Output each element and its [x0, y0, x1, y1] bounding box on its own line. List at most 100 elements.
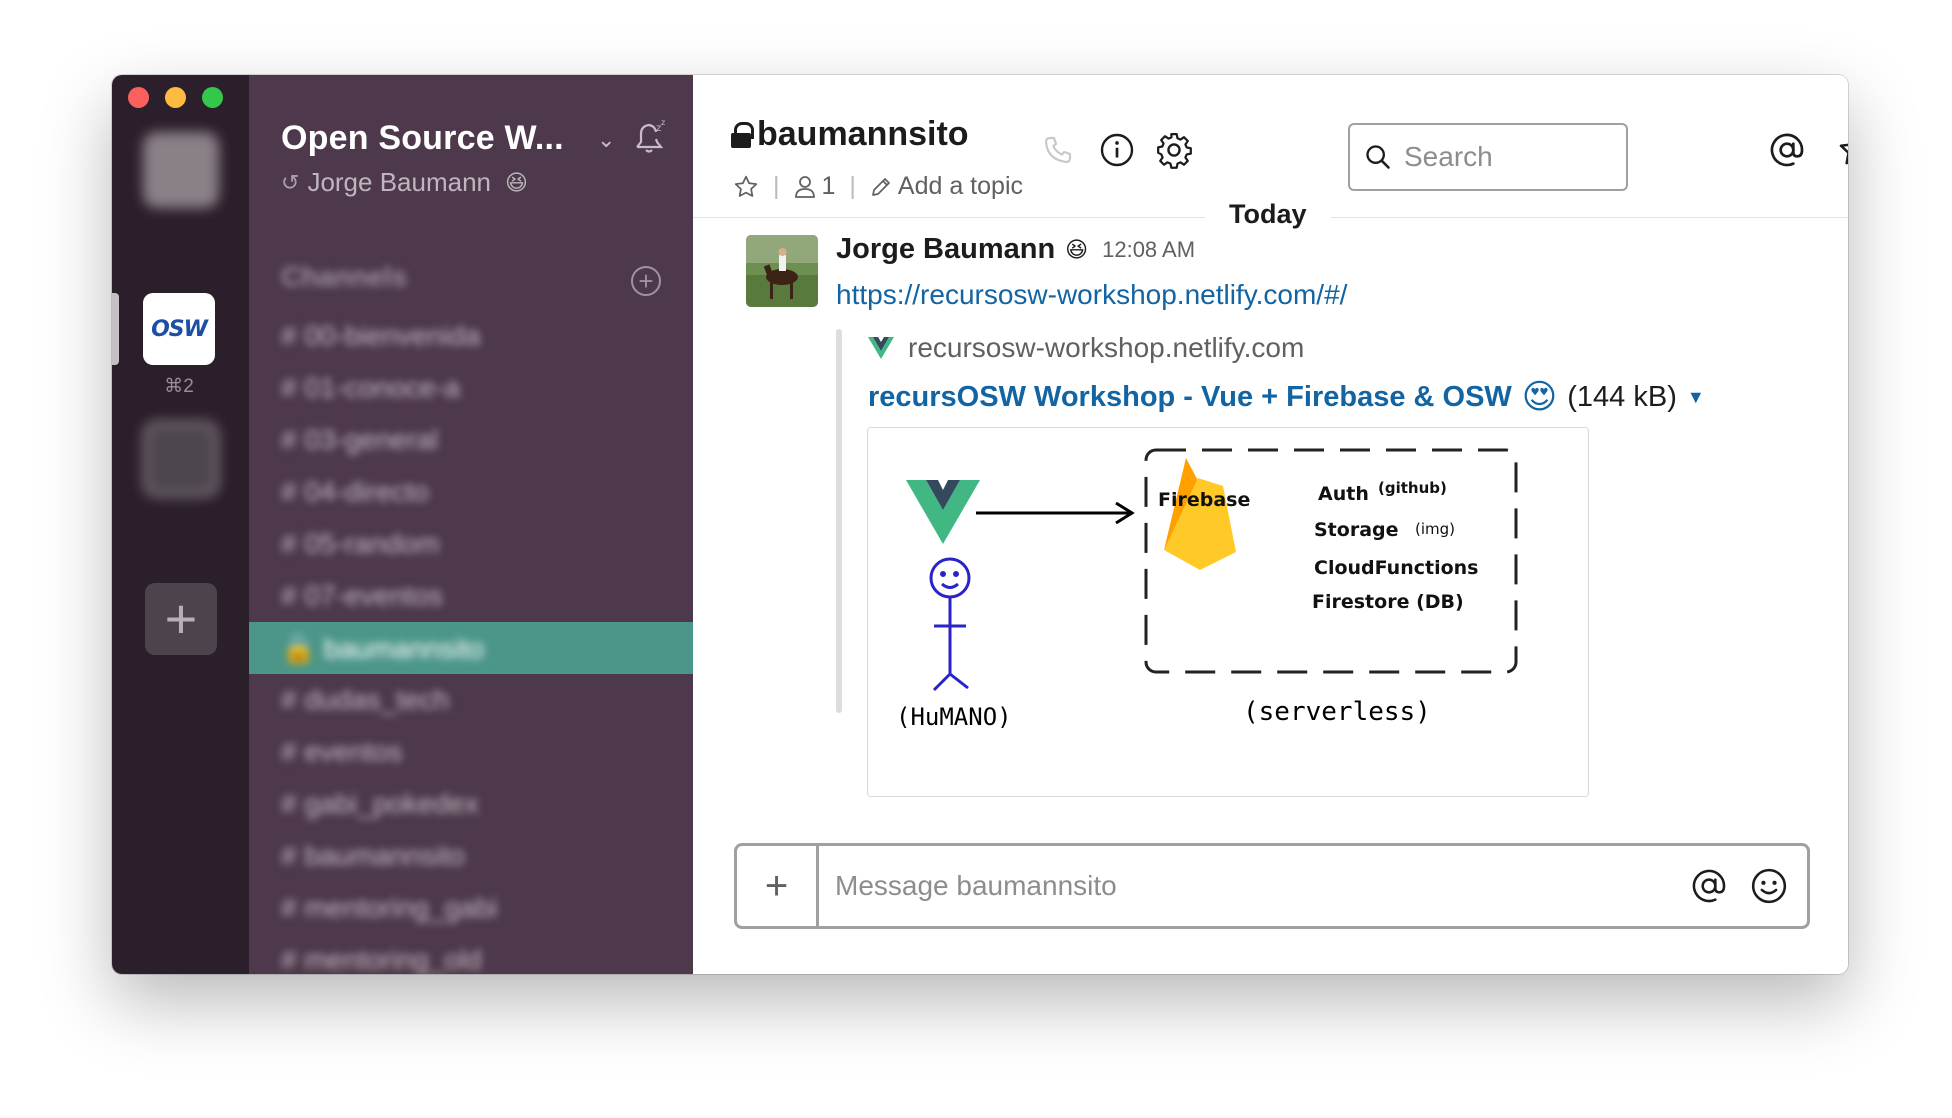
auth-note: (github) — [1378, 479, 1447, 497]
workspace-shortcut: ⌘2 — [164, 376, 194, 397]
vue-logo-icon — [868, 337, 894, 359]
service-storage: Storage — [1314, 519, 1399, 541]
service-auth: Auth — [1318, 483, 1369, 505]
channel-item[interactable]: # eventos — [249, 726, 693, 778]
plus-icon: + — [638, 266, 654, 296]
svg-text:z: z — [661, 118, 665, 127]
channel-meta: | 1 | Add a topic — [733, 172, 1023, 201]
message-composer: + Message baumannsito — [734, 843, 1810, 929]
chevron-down-icon[interactable]: ⌄ — [597, 127, 615, 153]
attachment-site-name: recursosw-workshop.netlify.com — [908, 332, 1305, 363]
workspace-icon-blurred-2[interactable] — [143, 421, 219, 497]
emoji-button[interactable] — [1747, 864, 1791, 908]
status-icon: ↺ — [281, 169, 300, 195]
add-workspace-button[interactable]: + — [145, 583, 217, 655]
vue-logo-icon — [906, 480, 980, 544]
attachment-bar — [836, 329, 842, 713]
custom-status-emoji-icon: 😆 — [505, 169, 528, 195]
slack-window: OSW ⌘2 + Open Source W... ⌄ z z ↺ Jorge … — [112, 75, 1848, 974]
author-name: Jorge Baumann — [836, 233, 1056, 265]
attachment-size: (144 kB) — [1567, 380, 1677, 413]
lock-icon — [731, 121, 754, 148]
member-icon — [794, 175, 815, 198]
members-button[interactable]: 1 — [794, 172, 836, 201]
service-cloudfunctions: CloudFunctions — [1314, 557, 1478, 579]
main-pane: baumannsito | 1 | Add a topic Search Tod… — [693, 75, 1848, 974]
search-input[interactable]: Search — [1348, 123, 1628, 191]
heart-eyes-emoji: 😍 — [1521, 378, 1558, 416]
channel-item[interactable]: # 04-directo — [249, 466, 693, 518]
add-topic-label: Add a topic — [897, 172, 1023, 200]
workspace-icon-blurred[interactable] — [143, 132, 219, 208]
star-outline-icon[interactable] — [733, 174, 759, 200]
info-icon[interactable] — [1097, 130, 1137, 170]
stick-figure-icon — [929, 557, 971, 692]
close-window-button[interactable] — [128, 87, 149, 108]
architecture-sketch: (HuMANO) Firebase Auth (github) Storage … — [896, 448, 1518, 731]
channel-item[interactable]: # 05-random — [249, 518, 693, 570]
channel-list: # 00-bienvenida # 01-conoce-a # 03-gener… — [249, 310, 693, 974]
channel-item[interactable]: # 00-bienvenida — [249, 310, 693, 362]
plus-icon: + — [764, 863, 789, 908]
serverless-label: (serverless) — [1243, 697, 1431, 727]
user-name: Jorge Baumann — [307, 167, 491, 197]
channel-item[interactable]: # mentoring_old — [249, 934, 693, 974]
channel-item[interactable]: # 01-conoce-a — [249, 362, 693, 414]
active-workspace-indicator — [112, 293, 119, 365]
team-name[interactable]: Open Source W... — [281, 119, 564, 158]
search-placeholder: Search — [1404, 141, 1493, 172]
firebase-label: Firebase — [1158, 489, 1250, 511]
search-icon — [1366, 145, 1390, 169]
add-topic-button[interactable]: Add a topic — [870, 172, 1023, 201]
channel-item[interactable]: # 03-general — [249, 414, 693, 466]
workspace-rail: OSW ⌘2 + — [112, 75, 249, 974]
firebase-logo-icon — [1164, 458, 1236, 570]
add-channel-button[interactable]: + — [631, 266, 661, 296]
channel-item-label: 🔒 baumannsito — [281, 632, 484, 664]
meta-separator: | — [773, 172, 780, 200]
avatar[interactable] — [746, 235, 818, 307]
channel-title[interactable]: baumannsito — [731, 115, 969, 154]
message-author[interactable]: Jorge Baumann 😆 12:08 AM — [836, 233, 1195, 266]
caret-down-icon[interactable]: ▼ — [1687, 387, 1705, 408]
minimize-window-button[interactable] — [165, 87, 186, 108]
channel-sidebar: Open Source W... ⌄ z z ↺ Jorge Baumann 😆… — [249, 75, 693, 974]
at-sign-icon — [1692, 869, 1726, 903]
attachment-site[interactable]: recursosw-workshop.netlify.com — [868, 332, 1304, 364]
channel-item[interactable]: # gabi_pokedex — [249, 778, 693, 830]
attachment-title[interactable]: recursOSW Workshop - Vue + Firebase & OS… — [868, 377, 1705, 417]
channel-name: baumannsito — [757, 115, 969, 153]
attachment-image[interactable]: (HuMANO) Firebase Auth (github) Storage … — [867, 427, 1589, 797]
starred-items-icon[interactable] — [1836, 130, 1848, 170]
custom-status-emoji-icon: 😆 — [1065, 236, 1089, 262]
meta-separator: | — [849, 172, 856, 200]
notification-bell-snooze-icon[interactable]: z z — [629, 117, 669, 157]
member-count: 1 — [821, 172, 836, 200]
pencil-icon — [872, 177, 890, 196]
day-divider-label[interactable]: Today — [1205, 199, 1331, 230]
message-link[interactable]: https://recursosw-workshop.netlify.com/#… — [836, 279, 1347, 311]
channel-item[interactable]: # mentoring_gabi — [249, 882, 693, 934]
workspace-osw-label: OSW — [151, 316, 208, 342]
mentions-icon[interactable] — [1767, 130, 1807, 170]
message-input[interactable]: Message baumannsito — [819, 870, 1687, 902]
message-timestamp[interactable]: 12:08 AM — [1102, 237, 1195, 263]
phone-icon[interactable] — [1038, 130, 1078, 170]
workspace-osw-button[interactable]: OSW — [143, 293, 215, 365]
human-label: (HuMANO) — [896, 703, 1012, 731]
channel-item[interactable]: # dudas_tech — [249, 674, 693, 726]
window-controls — [128, 87, 223, 108]
plus-icon: + — [164, 587, 198, 650]
channels-header[interactable]: Channels — [281, 261, 407, 293]
attachment-title-text: recursOSW Workshop - Vue + Firebase & OS… — [868, 380, 1512, 413]
current-user[interactable]: ↺ Jorge Baumann 😆 — [281, 167, 528, 198]
mention-button[interactable] — [1687, 864, 1731, 908]
channel-item[interactable]: # baumannsito — [249, 830, 693, 882]
storage-note: (img) — [1415, 520, 1455, 538]
smiley-icon — [1751, 868, 1787, 904]
zoom-window-button[interactable] — [202, 87, 223, 108]
add-attachment-button[interactable]: + — [737, 846, 819, 926]
channel-item[interactable]: # 07-eventos — [249, 570, 693, 622]
channel-item-active[interactable]: 🔒 baumannsito — [249, 622, 693, 674]
gear-icon[interactable] — [1154, 130, 1194, 170]
